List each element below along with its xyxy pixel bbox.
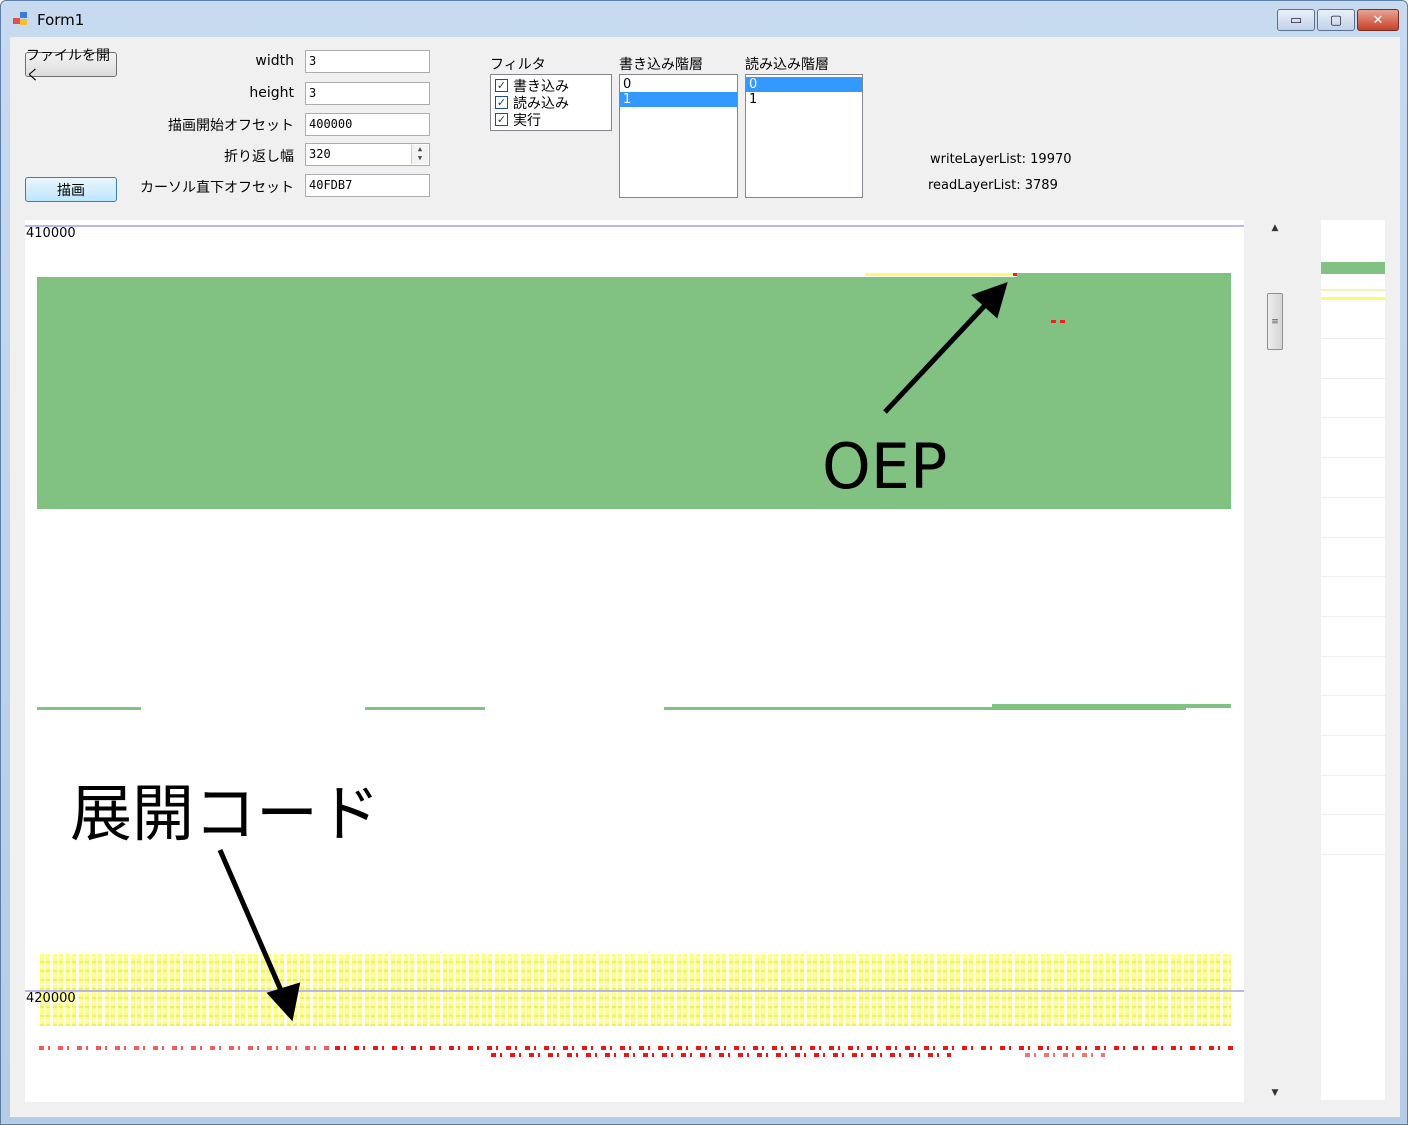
unpack-arrow-head — [266, 982, 301, 1022]
oep-arrow — [883, 298, 992, 414]
annotation-overlay — [217, 282, 1008, 1022]
unpack-code-annotation: 展開コード — [70, 777, 381, 850]
oep-annotation: OEP — [822, 430, 948, 503]
unpack-arrow — [217, 849, 286, 996]
